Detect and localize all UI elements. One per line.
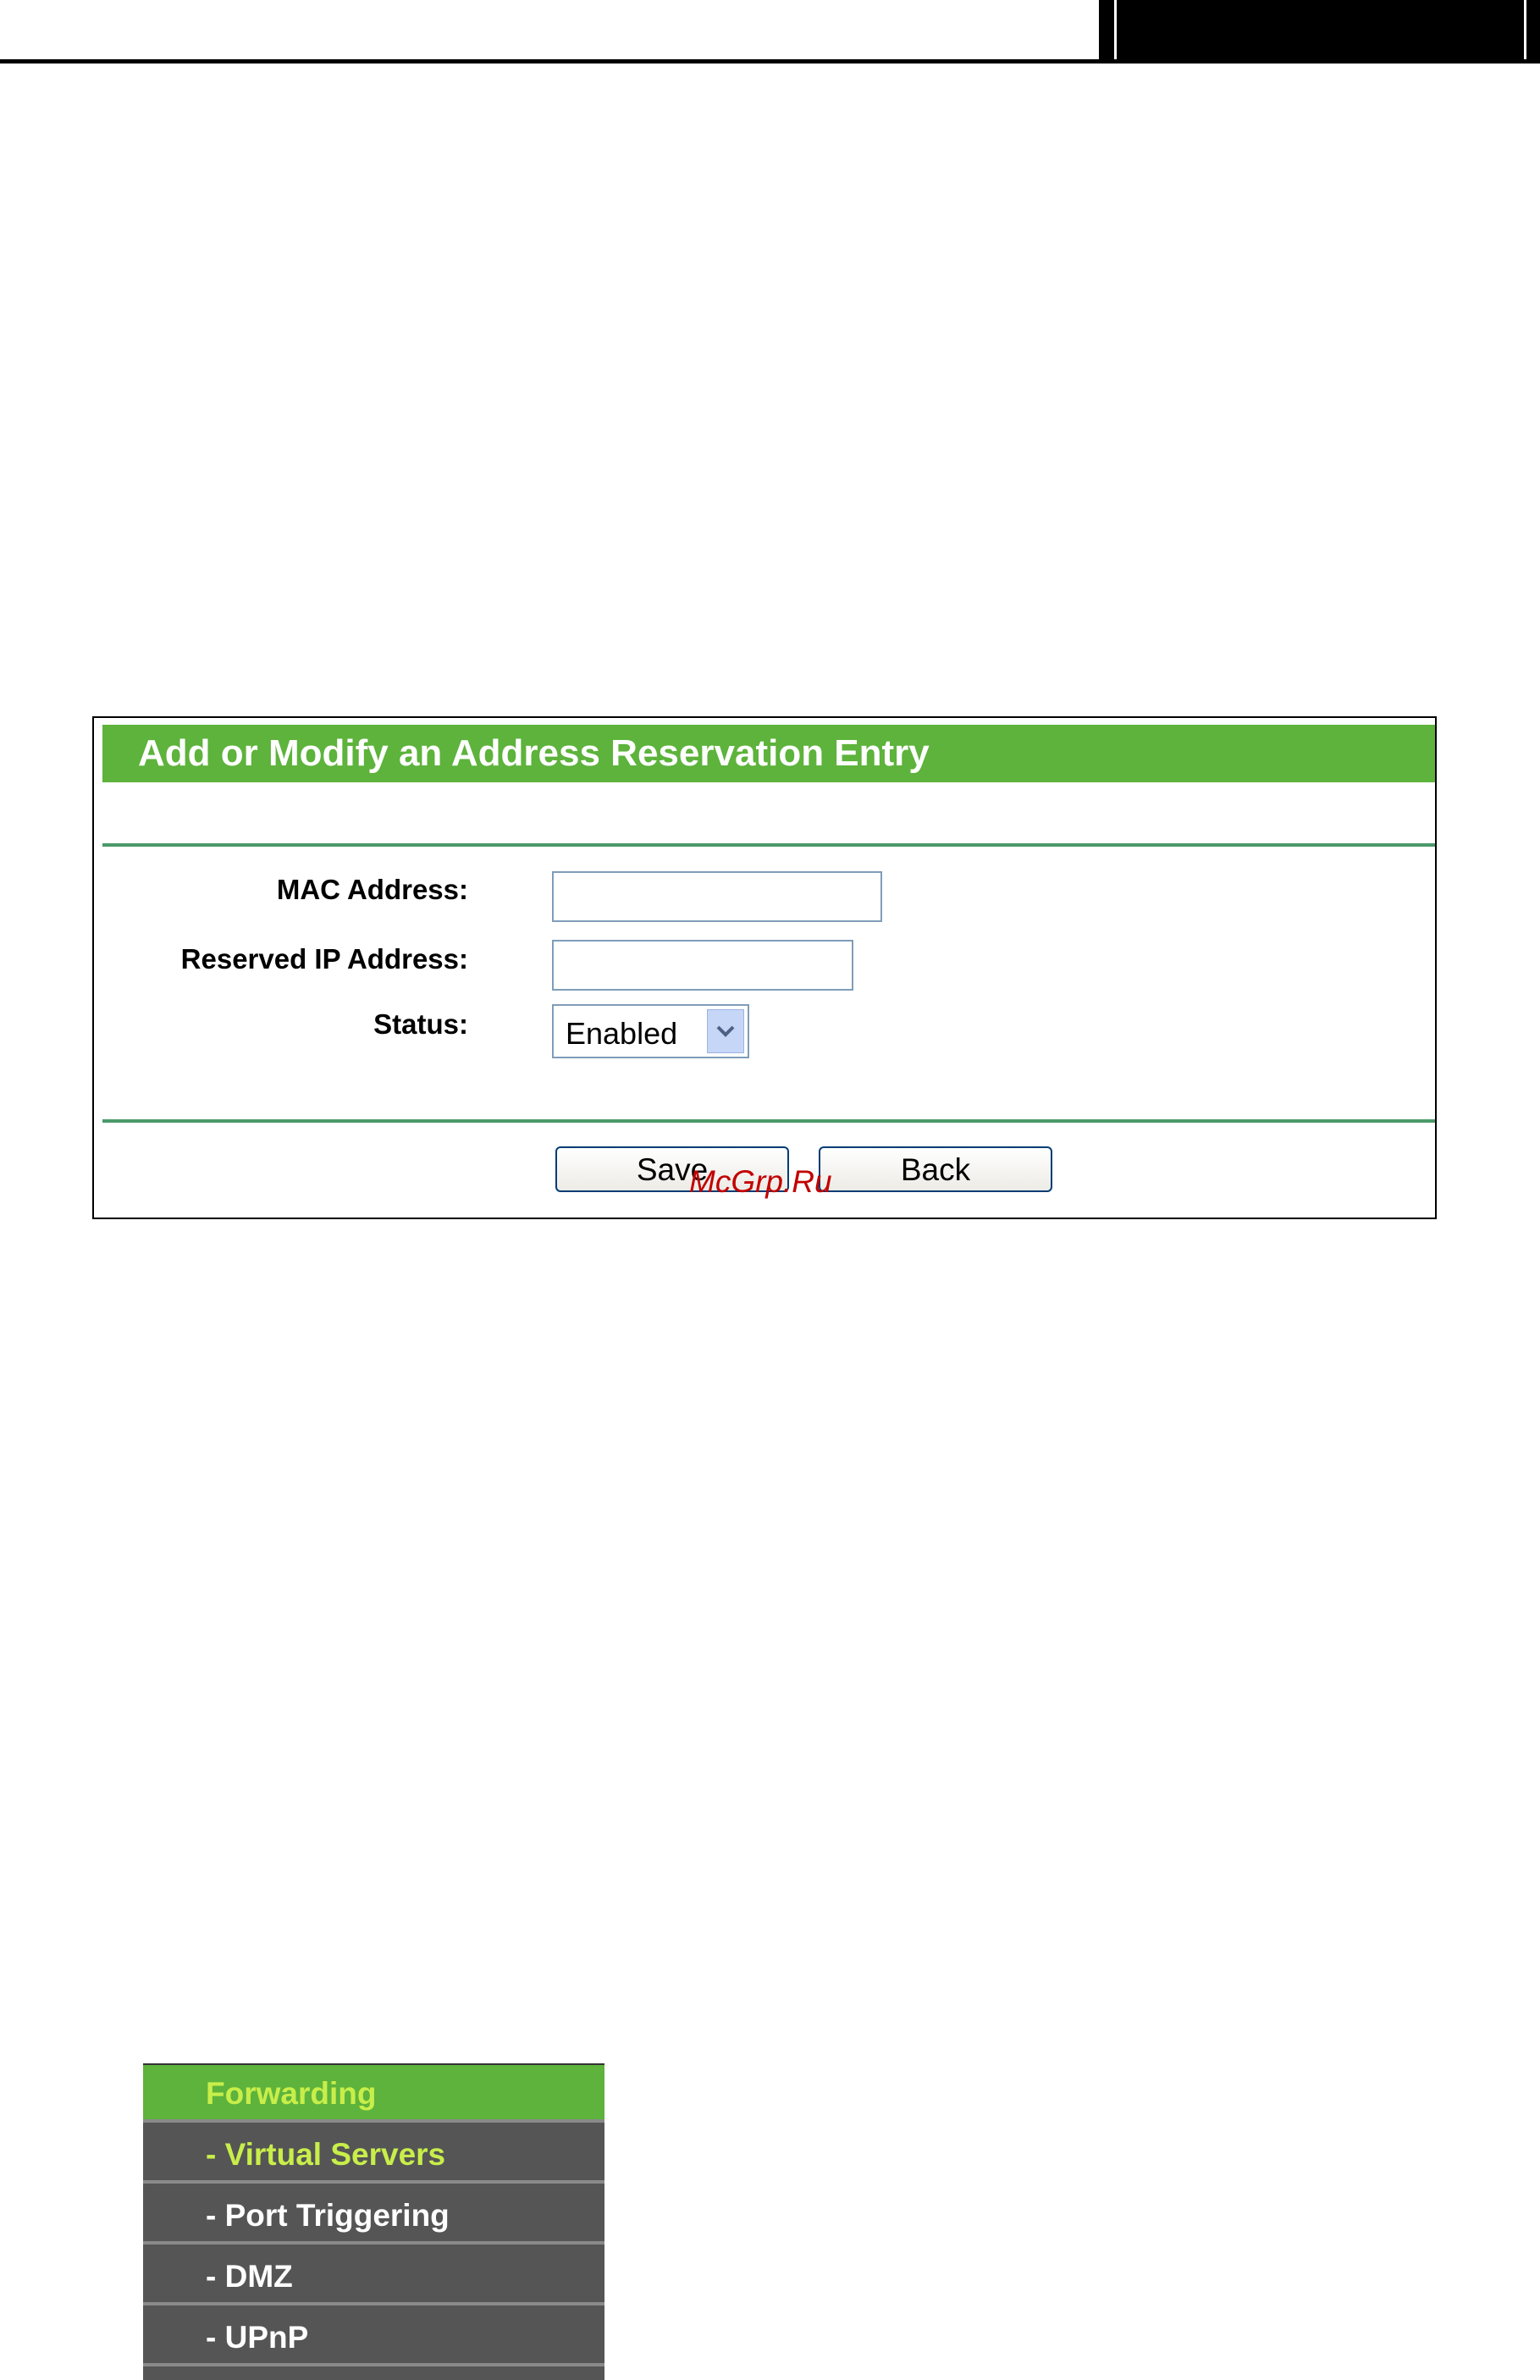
mac-address-label: MAC Address: xyxy=(276,874,468,905)
status-label: Status: xyxy=(373,1008,468,1040)
header-tab xyxy=(1099,0,1540,64)
reserved-ip-input[interactable] xyxy=(552,940,853,991)
reserved-ip-label: Reserved IP Address: xyxy=(180,943,468,975)
menu-header-forwarding[interactable]: Forwarding xyxy=(143,2065,604,2123)
divider xyxy=(102,843,1435,847)
divider xyxy=(102,1119,1435,1123)
header-tab-border xyxy=(1114,0,1117,64)
address-reservation-panel: Add or Modify an Address Reservation Ent… xyxy=(92,716,1437,1219)
status-select-value: Enabled xyxy=(566,1016,678,1051)
mac-address-input[interactable] xyxy=(552,871,882,922)
header-rule xyxy=(0,59,1540,64)
menu-item-virtual-servers[interactable]: - Virtual Servers xyxy=(143,2126,604,2184)
panel-title: Add or Modify an Address Reservation Ent… xyxy=(102,725,1435,782)
navigation-menu: Forwarding - Virtual Servers - Port Trig… xyxy=(143,2063,604,2380)
menu-item-dmz[interactable]: - DMZ xyxy=(143,2248,604,2305)
menu-item-upnp[interactable]: - UPnP xyxy=(143,2309,604,2366)
header-tab-border xyxy=(1524,0,1526,64)
menu-item-port-triggering[interactable]: - Port Triggering xyxy=(143,2187,604,2245)
back-button[interactable]: Back xyxy=(819,1146,1052,1192)
watermark: McGrp.Ru xyxy=(689,1164,832,1199)
chevron-down-icon[interactable] xyxy=(707,1009,744,1053)
status-select[interactable]: Enabled xyxy=(552,1004,749,1058)
